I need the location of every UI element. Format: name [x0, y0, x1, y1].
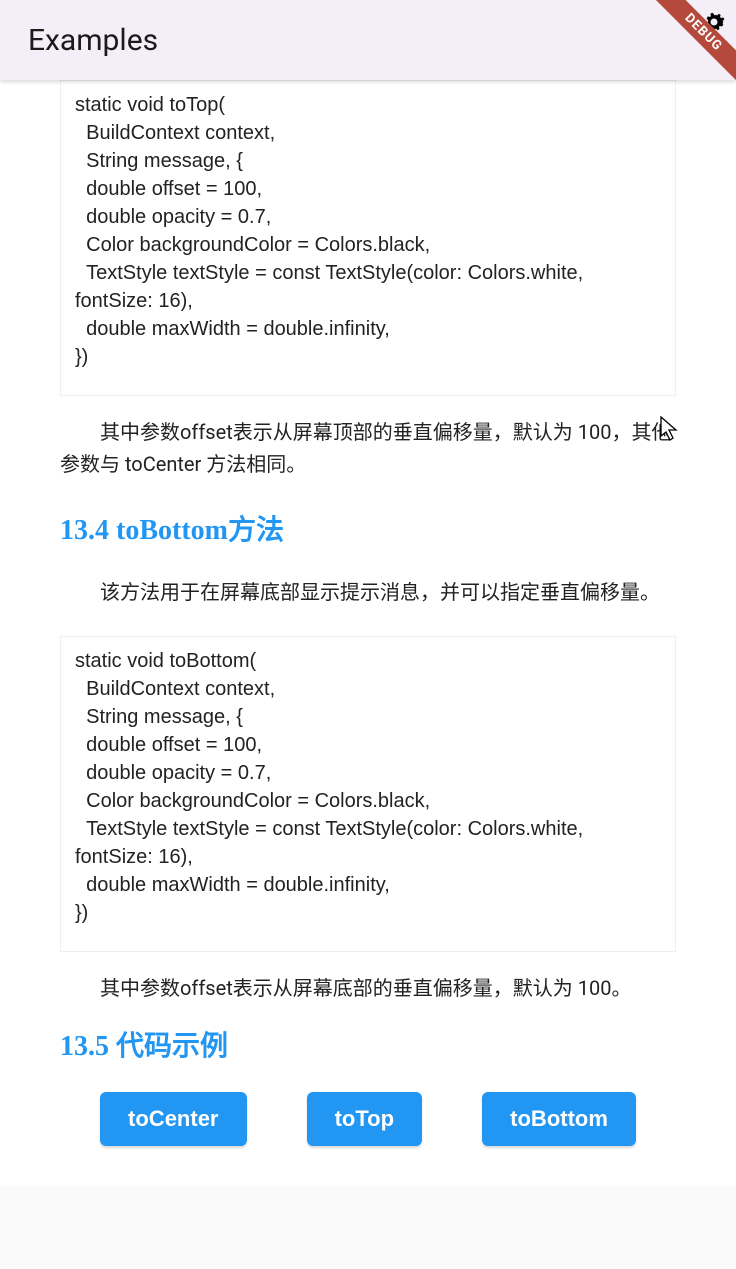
code-block-toTop: static void toTop( BuildContext context,…	[60, 80, 676, 396]
gear-icon	[700, 8, 728, 36]
heading-code-example: 13.5 代码示例	[60, 1024, 676, 1064]
paragraph-toBottom-desc: 其中参数offset表示从屏幕底部的垂直偏移量，默认为 100。	[60, 972, 676, 1004]
to-bottom-button[interactable]: toBottom	[482, 1092, 636, 1146]
paragraph-toBottom-intro: 该方法用于在屏幕底部显示提示消息，并可以指定垂直偏移量。	[60, 576, 676, 608]
to-top-button[interactable]: toTop	[307, 1092, 422, 1146]
button-row: toCenter toTop toBottom	[60, 1092, 676, 1146]
content-scroll[interactable]: static void toTop( BuildContext context,…	[0, 80, 736, 1186]
app-bar: Examples	[0, 0, 736, 80]
to-center-button[interactable]: toCenter	[100, 1092, 246, 1146]
app-bar-title: Examples	[28, 23, 158, 58]
heading-toBottom: 13.4 toBottom方法	[60, 508, 676, 548]
paragraph-toTop-desc: 其中参数offset表示从屏幕顶部的垂直偏移量，默认为 100，其他参数与 to…	[60, 416, 676, 480]
code-block-toBottom: static void toBottom( BuildContext conte…	[60, 636, 676, 952]
